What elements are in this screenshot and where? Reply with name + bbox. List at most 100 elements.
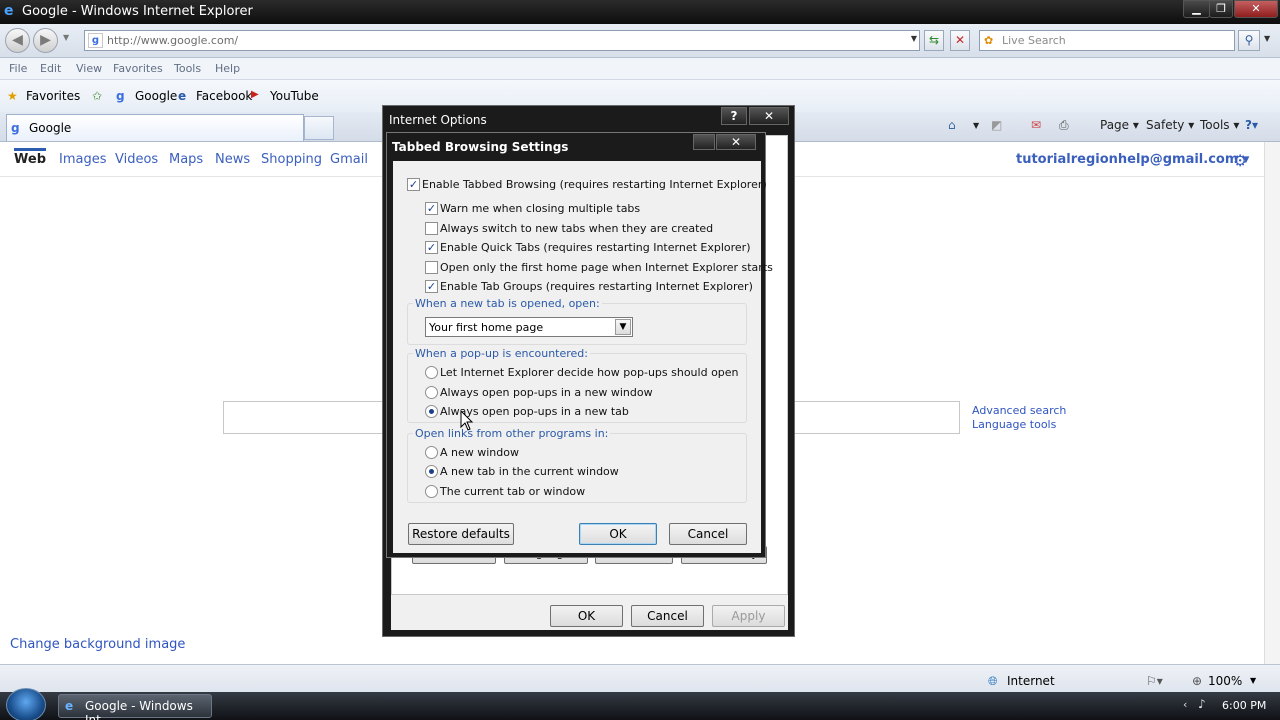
links-new-window-radio[interactable] — [425, 446, 438, 459]
links-new-tab-radio[interactable] — [425, 465, 438, 478]
menu-favorites[interactable]: Favorites — [113, 62, 163, 75]
tab-groups-checkbox[interactable]: ✓ — [425, 280, 438, 293]
refresh-button[interactable]: ⇆ — [924, 30, 944, 51]
tab-label: Google — [29, 121, 72, 135]
popup-new-window-label: Always open pop-ups in a new window — [440, 386, 653, 399]
favorite-facebook[interactable]: Facebook — [196, 89, 252, 103]
change-background-link[interactable]: Change background image — [10, 637, 185, 652]
tbs-ok-button[interactable]: OK — [579, 523, 657, 545]
io-cancel-button[interactable]: Cancel — [631, 605, 704, 627]
popup-new-window-radio[interactable] — [425, 386, 438, 399]
popup-new-tab-radio[interactable] — [425, 405, 438, 418]
google-favorite-icon: g — [116, 89, 125, 103]
search-button[interactable]: ⚲ — [1238, 30, 1260, 51]
nav-web[interactable]: Web — [14, 148, 46, 167]
zoom-icon[interactable]: ⊕ — [1192, 674, 1202, 688]
address-bar[interactable]: g http://www.google.com/ ▼ — [84, 30, 920, 51]
help-icon[interactable]: ?▾ — [1245, 118, 1258, 132]
taskbar-ie-button[interactable]: e Google - Windows Int... — [58, 694, 212, 720]
menu-edit[interactable]: Edit — [40, 62, 61, 75]
nav-news[interactable]: News — [215, 152, 250, 167]
menu-view[interactable]: View — [76, 62, 102, 75]
page-menu-label: Page — [1100, 118, 1130, 132]
nav-videos[interactable]: Videos — [115, 152, 158, 167]
home-dropdown-icon[interactable]: ▼ — [973, 121, 979, 130]
maximize-button[interactable]: ❐ — [1209, 0, 1233, 18]
address-url: http://www.google.com/ — [107, 34, 239, 47]
feeds-icon[interactable]: ◩ — [991, 118, 1002, 132]
protected-mode-icon[interactable]: ⚐▾ — [1146, 674, 1163, 688]
help-dialog-button[interactable]: ? — [721, 107, 747, 125]
tab-google[interactable]: g Google — [6, 114, 304, 141]
warn-closing-label: Warn me when closing multiple tabs — [440, 202, 641, 215]
add-favorite-icon[interactable]: ✩ — [92, 89, 102, 103]
new-tab-select[interactable]: Your first home page ▼ — [425, 317, 633, 337]
nav-maps[interactable]: Maps — [169, 152, 203, 167]
favorite-youtube[interactable]: YouTube — [270, 89, 319, 103]
close-dialog-button[interactable]: ✕ — [749, 107, 789, 125]
home-icon[interactable]: ⌂ — [948, 118, 956, 132]
language-tools-link[interactable]: Language tools — [972, 418, 1056, 431]
io-apply-button[interactable]: Apply — [712, 605, 785, 627]
io-ok-button[interactable]: OK — [550, 605, 623, 627]
recent-pages-dropdown-icon[interactable]: ▼ — [63, 33, 69, 42]
warn-closing-checkbox[interactable]: ✓ — [425, 202, 438, 215]
switch-new-tabs-checkbox[interactable] — [425, 222, 438, 235]
menu-file[interactable]: File — [9, 62, 27, 75]
tbs-minimize-button[interactable] — [693, 134, 715, 150]
minimize-button[interactable]: ▁ — [1183, 0, 1210, 18]
zoom-level[interactable]: 100% — [1208, 674, 1242, 688]
new-tab-selected: Your first home page — [429, 321, 544, 334]
window-title: Google - Windows Internet Explorer — [22, 4, 253, 19]
new-tab-button[interactable] — [304, 116, 334, 140]
favorites-button[interactable]: Favorites — [26, 89, 80, 103]
clock[interactable]: 6:00 PM — [1222, 699, 1266, 712]
safety-menu-label: Safety — [1146, 118, 1185, 132]
quick-tabs-checkbox[interactable]: ✓ — [425, 241, 438, 254]
account-email[interactable]: tutorialregionhelp@gmail.com ▾ — [1016, 152, 1249, 167]
mail-icon[interactable]: ✉ — [1031, 118, 1041, 132]
volume-icon[interactable]: ♪ — [1198, 697, 1206, 711]
start-button[interactable] — [6, 688, 46, 720]
settings-gear-icon[interactable]: ⚙ — [1233, 151, 1247, 170]
menu-bar: File Edit View Favorites Tools Help — [0, 58, 1280, 80]
favorite-google[interactable]: Google — [135, 89, 177, 103]
address-dropdown-icon[interactable]: ▼ — [911, 34, 917, 43]
youtube-favorite-icon: ▶ — [251, 89, 259, 100]
zone-label: Internet — [1007, 674, 1055, 688]
taskbar-task-label: Google - Windows Int... — [85, 699, 193, 720]
mouse-cursor-icon — [460, 410, 474, 431]
menu-help[interactable]: Help — [215, 62, 240, 75]
safety-menu[interactable]: Safety ▾ — [1146, 118, 1194, 132]
forward-button[interactable]: ▶ — [33, 28, 58, 53]
nav-images[interactable]: Images — [59, 152, 107, 167]
account-email-text: tutorialregionhelp@gmail.com — [1016, 152, 1239, 167]
back-button[interactable]: ◀ — [5, 28, 30, 53]
restore-defaults-button[interactable]: Restore defaults — [408, 523, 514, 545]
page-scrollbar[interactable] — [1264, 142, 1280, 664]
search-input[interactable]: ✿ Live Search — [979, 30, 1235, 51]
tray-arrow-icon[interactable]: ‹ — [1183, 698, 1187, 711]
ie-logo-icon: e — [4, 3, 14, 19]
zoom-dropdown-icon[interactable]: ▼ — [1250, 676, 1256, 685]
tabbed-browsing-dialog: Tabbed Browsing Settings ✕ ✓ Enable Tabb… — [386, 132, 773, 558]
close-window-button[interactable]: ✕ — [1234, 0, 1278, 18]
links-new-window-label: A new window — [440, 446, 519, 459]
tbs-close-button[interactable]: ✕ — [716, 134, 756, 150]
menu-tools[interactable]: Tools — [174, 62, 201, 75]
nav-gmail[interactable]: Gmail — [330, 152, 368, 167]
enable-tabbed-checkbox[interactable]: ✓ — [407, 178, 420, 191]
nav-shopping[interactable]: Shopping — [261, 152, 322, 167]
stop-button[interactable]: ✕ — [950, 30, 970, 51]
tools-menu[interactable]: Tools ▾ — [1200, 118, 1239, 132]
advanced-search-link[interactable]: Advanced search — [972, 404, 1066, 417]
first-home-page-checkbox[interactable] — [425, 261, 438, 274]
taskbar: e Google - Windows Int... ‹ ♪ 6:00 PM — [0, 688, 1280, 720]
tbs-cancel-button[interactable]: Cancel — [669, 523, 747, 545]
search-options-icon[interactable]: ▼ — [1264, 34, 1270, 43]
links-current-tab-radio[interactable] — [425, 485, 438, 498]
page-menu[interactable]: Page ▾ — [1100, 118, 1139, 132]
print-icon[interactable]: ⎙ — [1059, 118, 1069, 133]
popup-ie-decide-radio[interactable] — [425, 366, 438, 379]
chevron-down-icon: ▼ — [615, 319, 631, 335]
